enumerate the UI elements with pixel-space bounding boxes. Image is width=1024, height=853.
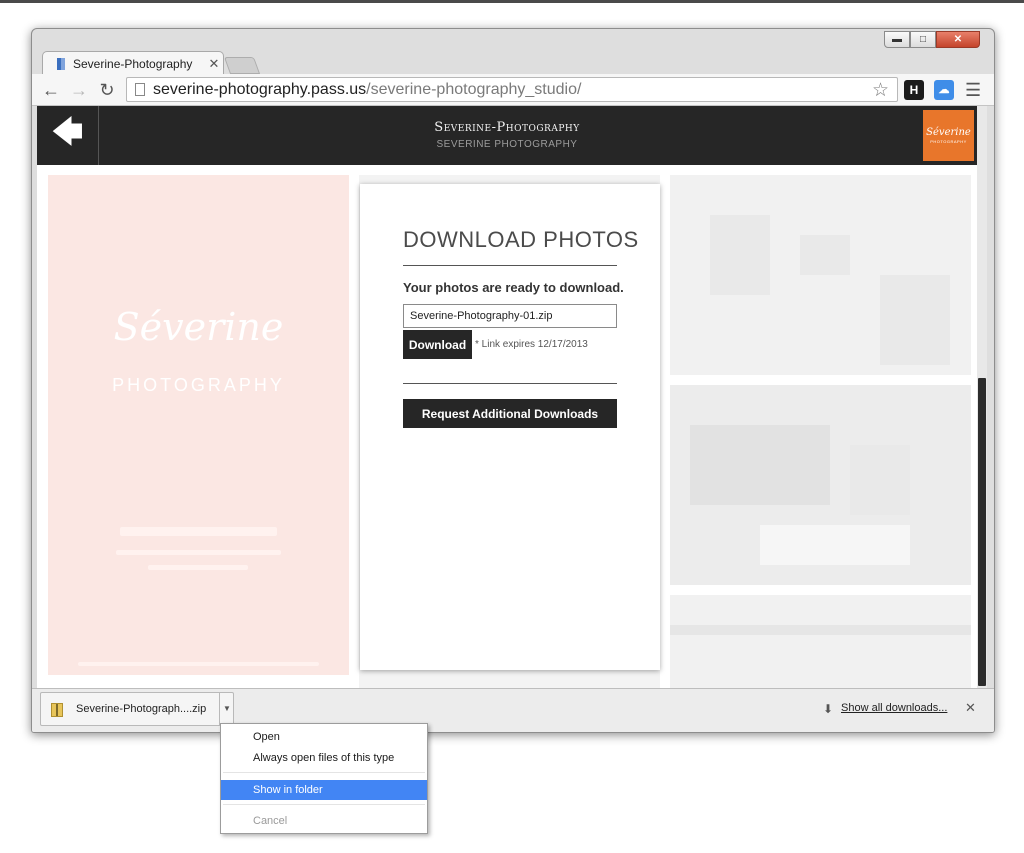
url-path: /severine-photography_studio/ — [366, 80, 582, 98]
url-host: severine-photography.pass.us — [153, 80, 367, 98]
menu-separator — [223, 772, 425, 773]
new-tab-button[interactable] — [223, 57, 261, 74]
menu-item-cancel[interactable]: Cancel — [221, 811, 427, 831]
cover-caps: PHOTOGRAPHY — [112, 375, 285, 395]
zip-file-icon — [51, 703, 63, 717]
cover-faded-line — [116, 550, 281, 555]
menu-item-show-in-folder[interactable]: Show in folder — [221, 780, 427, 800]
page-icon — [135, 83, 145, 96]
scroll-thumb[interactable] — [978, 378, 986, 686]
gallery-cover-panel: Séverine PHOTOGRAPHY — [48, 175, 349, 675]
cover-script: Séverine — [113, 305, 284, 349]
download-options-chevron-icon[interactable]: ▼ — [219, 693, 234, 725]
cover-faded-footer — [78, 662, 319, 666]
cover-faded-heading — [120, 527, 277, 536]
browser-toolbar: ← → ↻ severine-photography.pass.us /seve… — [32, 74, 994, 106]
favicon-icon — [57, 57, 65, 70]
logo-script: Séverine — [926, 127, 971, 138]
download-context-menu: Open Always open files of this type Show… — [220, 723, 428, 834]
download-arrow-icon: ⬇ — [823, 702, 834, 716]
gallery-photo[interactable] — [670, 385, 971, 585]
download-item[interactable]: Severine-Photograph....zip ▼ — [40, 692, 234, 726]
download-card: DOWNLOAD PHOTOS Your photos are ready to… — [360, 184, 660, 670]
tab-close-icon[interactable]: ✕ — [205, 56, 223, 72]
extension-h-icon[interactable]: H — [904, 80, 924, 100]
link-expiry-text: * Link expires 12/17/2013 — [475, 339, 588, 350]
request-downloads-button[interactable]: Request Additional Downloads — [403, 399, 617, 428]
page-scrollbar[interactable] — [977, 106, 987, 688]
address-bar[interactable]: severine-photography.pass.us /severine-p… — [126, 77, 898, 102]
gallery-photo[interactable] — [670, 595, 971, 688]
menu-separator — [223, 804, 425, 805]
tab-title: Severine-Photography — [73, 56, 193, 71]
menu-item-always-open[interactable]: Always open files of this type — [221, 748, 427, 768]
close-shelf-icon[interactable]: ✕ — [965, 700, 976, 716]
menu-item-open[interactable]: Open — [221, 727, 427, 747]
download-item-name: Severine-Photograph....zip — [76, 703, 207, 715]
cover-faded-line — [148, 565, 248, 570]
site-title: Severine-Photography — [434, 120, 580, 135]
forward-arrow-icon[interactable]: → — [68, 80, 90, 100]
bookmark-star-icon[interactable]: ☆ — [872, 79, 889, 102]
divider — [403, 383, 617, 384]
site-back-arrow-icon[interactable]: 🡄 — [37, 106, 99, 165]
site-header: 🡄 Severine-Photography SEVERINE PHOTOGRA… — [37, 106, 977, 165]
show-all-downloads-link[interactable]: Show all downloads... — [841, 702, 947, 714]
download-ready-text: Your photos are ready to download. — [403, 280, 624, 295]
reload-icon[interactable]: ↻ — [96, 80, 118, 100]
logo-caps: PHOTOGRAPHY — [930, 139, 967, 144]
download-shelf: Severine-Photograph....zip ▼ ⬇ Show all … — [32, 688, 994, 732]
site-logo[interactable]: Séverine PHOTOGRAPHY — [923, 110, 974, 161]
top-border — [0, 0, 1024, 3]
page-content: 🡄 Severine-Photography SEVERINE PHOTOGRA… — [37, 106, 977, 688]
site-subtitle: SEVERINE PHOTOGRAPHY — [436, 139, 578, 150]
gallery-photo[interactable] — [670, 175, 971, 375]
tab-strip: Severine-Photography ✕ — [32, 43, 994, 75]
back-arrow-icon[interactable]: ← — [40, 80, 62, 100]
chrome-menu-icon[interactable]: ☰ — [965, 80, 981, 101]
download-title: DOWNLOAD PHOTOS — [403, 227, 639, 252]
zip-file-field[interactable]: Severine-Photography-01.zip — [403, 304, 617, 328]
cloud-extension-icon[interactable]: ☁ — [934, 80, 954, 100]
divider — [403, 265, 617, 266]
tab-severine-photography[interactable]: Severine-Photography ✕ — [42, 51, 224, 75]
download-button[interactable]: Download — [403, 330, 472, 359]
browser-window: ▬ □ ✕ Severine-Photography ✕ ← → ↻ sever… — [31, 28, 995, 733]
